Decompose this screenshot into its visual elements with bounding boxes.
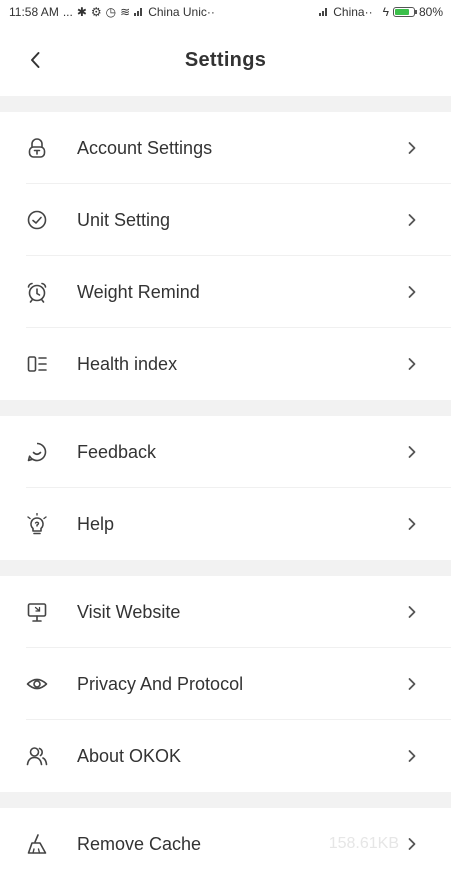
status-right: China·· ϟ 80% <box>319 5 443 19</box>
chevron-right-icon <box>407 605 417 619</box>
chevron-left-icon <box>31 52 40 68</box>
status-bar: 11:58 AM ... ✱ ⚙ ◷ ≋ China Unic·· China·… <box>0 0 451 24</box>
chevron-right-icon <box>407 285 417 299</box>
battery-icon <box>392 7 417 17</box>
signal-icon-2 <box>319 8 329 16</box>
chevron-right-icon <box>407 749 417 763</box>
settings-item-label: Privacy And Protocol <box>77 673 244 694</box>
chevron-right-icon <box>407 677 417 691</box>
chevron-right-icon <box>407 445 417 459</box>
header-bar: Settings <box>0 24 451 96</box>
section-divider <box>0 560 451 576</box>
settings-item-account-settings[interactable]: Account Settings <box>0 112 451 184</box>
wifi-icon: ≋ <box>120 5 131 19</box>
broom-icon <box>26 833 48 855</box>
settings-item-label: Account Settings <box>77 137 213 158</box>
settings-item-label: Remove Cache <box>77 833 202 854</box>
settings-item-help[interactable]: Help <box>0 488 451 560</box>
alarm-clock-icon <box>26 281 48 303</box>
carrier-1: China Unic·· <box>148 5 215 19</box>
settings-item-label: Feedback <box>77 441 157 462</box>
monitor-icon <box>26 601 48 623</box>
chevron-right-icon <box>407 517 417 531</box>
settings-list: Account Settings Unit Setting Weight Remin… <box>0 96 451 880</box>
section-divider <box>0 400 451 416</box>
settings-gear-icon: ⚙ <box>90 5 102 19</box>
settings-item-label: Visit Website <box>77 601 181 622</box>
status-indicators: ... <box>62 5 73 19</box>
page-title: Settings <box>184 48 267 71</box>
lightbulb-icon <box>26 513 48 535</box>
settings-item-about-okok[interactable]: About OKOK <box>0 720 451 792</box>
chevron-right-icon <box>407 141 417 155</box>
settings-item-health-index[interactable]: Health index <box>0 328 451 400</box>
carrier-2: China·· <box>333 5 373 19</box>
chevron-right-icon <box>407 837 417 851</box>
section-divider <box>0 96 451 112</box>
settings-item-label: Help <box>77 513 115 534</box>
settings-item-feedback[interactable]: Feedback <box>0 416 451 488</box>
signal-icon <box>134 8 144 16</box>
battery-percent: 80% <box>418 5 443 19</box>
lock-icon <box>26 137 48 159</box>
settings-item-weight-remind[interactable]: Weight Remind <box>0 256 451 328</box>
charging-icon: ϟ <box>382 5 389 19</box>
settings-item-label: About OKOK <box>77 745 182 766</box>
users-icon <box>26 745 48 767</box>
settings-item-label: Health index <box>77 353 178 374</box>
chat-bubble-icon <box>26 441 48 463</box>
settings-item-label: Weight Remind <box>77 281 200 302</box>
status-time: 11:58 AM <box>9 5 59 19</box>
status-left: 11:58 AM ... ✱ ⚙ ◷ ≋ China Unic·· <box>9 5 215 19</box>
bluetooth-icon: ✱ <box>76 5 87 19</box>
chevron-right-icon <box>407 357 417 371</box>
eye-icon <box>26 673 48 695</box>
alarm-status-icon: ◷ <box>105 5 117 19</box>
back-button[interactable] <box>24 48 48 72</box>
settings-item-label: Unit Setting <box>77 209 171 230</box>
section-divider <box>0 792 451 808</box>
list-index-icon <box>26 353 48 375</box>
settings-item-unit-setting[interactable]: Unit Setting <box>0 184 451 256</box>
check-circle-icon <box>26 209 48 231</box>
settings-item-visit-website[interactable]: Visit Website <box>0 576 451 648</box>
cache-size-value: 158.61KB <box>328 835 399 852</box>
settings-item-remove-cache[interactable]: Remove Cache 158.61KB <box>0 808 451 880</box>
chevron-right-icon <box>407 213 417 227</box>
settings-item-privacy-and-protocol[interactable]: Privacy And Protocol <box>0 648 451 720</box>
